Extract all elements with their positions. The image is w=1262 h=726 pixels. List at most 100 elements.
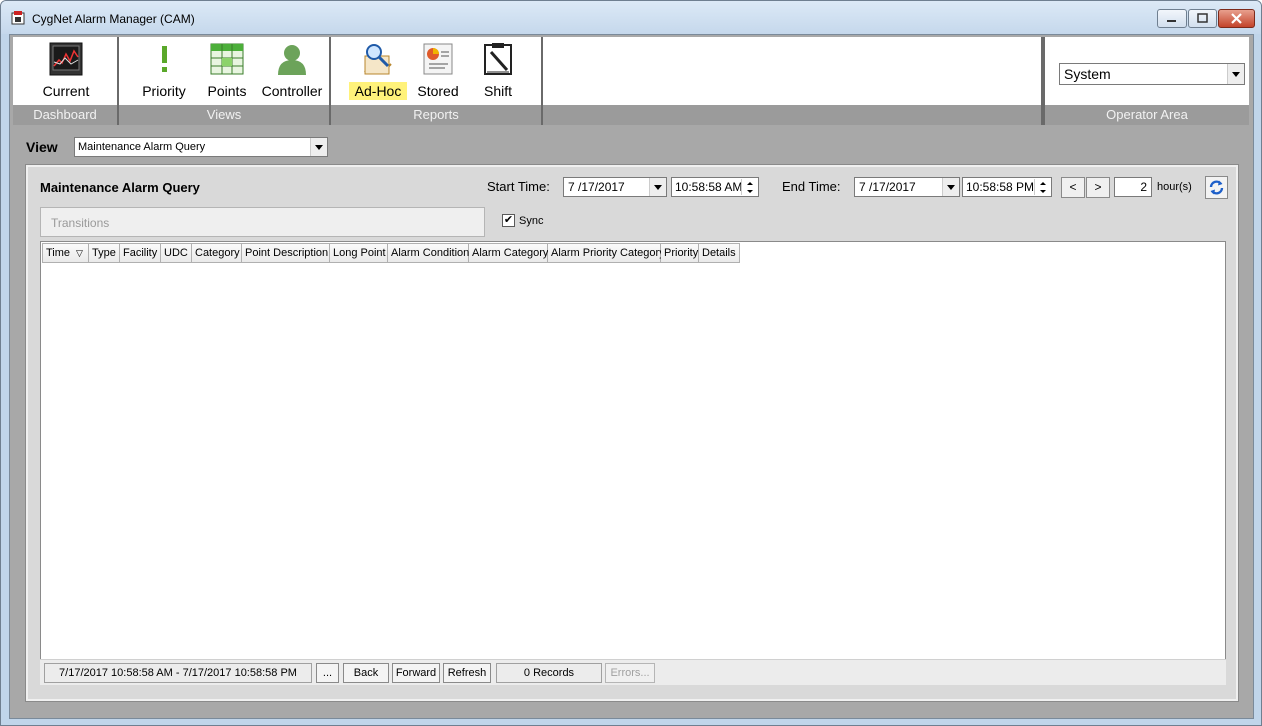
ad-hoc-label-text: Ad-Hoc bbox=[348, 82, 408, 100]
panel-title: Maintenance Alarm Query bbox=[40, 180, 200, 195]
clipboard-pen-icon bbox=[484, 43, 512, 75]
start-date-picker[interactable]: 7 /17/2017 bbox=[563, 177, 667, 197]
ad-hoc-label: Ad-Hoc bbox=[341, 82, 415, 100]
chevron-down-icon[interactable] bbox=[942, 178, 959, 196]
grid-table-icon bbox=[210, 43, 244, 75]
title-bar[interactable]: CygNet Alarm Manager (CAM) bbox=[1, 1, 1261, 34]
previous-period-button[interactable]: < bbox=[1061, 177, 1085, 198]
view-select-value: Maintenance Alarm Query bbox=[78, 141, 206, 153]
ribbon-group-dashboard: Current Dashboard bbox=[13, 37, 119, 125]
report-document-icon bbox=[423, 43, 453, 75]
ribbon-group-views: Priority Points Controller Views bbox=[119, 37, 331, 125]
exclamation-icon bbox=[162, 46, 167, 72]
start-time-label: Start Time: bbox=[487, 179, 550, 194]
controller-label: Controller bbox=[261, 83, 323, 99]
end-date-value: 7 /17/2017 bbox=[859, 180, 916, 194]
shift-button[interactable]: Shift bbox=[471, 39, 525, 103]
view-select[interactable]: Maintenance Alarm Query bbox=[74, 137, 328, 157]
close-icon bbox=[1231, 13, 1242, 24]
column-header-priority[interactable]: Priority bbox=[661, 243, 699, 263]
chevron-down-icon bbox=[310, 138, 327, 156]
column-header-alarm-condition[interactable]: Alarm Condition bbox=[388, 243, 469, 263]
priority-button[interactable]: Priority bbox=[129, 39, 199, 103]
ribbon-group-empty bbox=[543, 37, 1043, 125]
group-label-empty bbox=[543, 105, 1041, 125]
column-header-alarm-category[interactable]: Alarm Category bbox=[469, 243, 548, 263]
group-label-views: Views bbox=[119, 105, 329, 125]
end-time-value: 10:58:58 PM bbox=[966, 180, 1035, 194]
grid-header: Time ▽ Type Facility UDC Category Point D… bbox=[42, 243, 740, 263]
back-button[interactable]: Back bbox=[343, 663, 389, 683]
operator-area-select[interactable]: System bbox=[1059, 63, 1245, 85]
transitions-button[interactable]: Transitions bbox=[40, 207, 485, 237]
maximize-button[interactable] bbox=[1188, 9, 1217, 28]
column-header-long-point[interactable]: Long Point bbox=[330, 243, 388, 263]
group-label-operator-area: Operator Area bbox=[1045, 105, 1249, 125]
column-header-details[interactable]: Details bbox=[699, 243, 740, 263]
sort-descending-icon: ▽ bbox=[76, 248, 83, 258]
start-time-field[interactable]: 10:58:58 AM bbox=[671, 177, 759, 197]
chart-monitor-icon bbox=[49, 42, 83, 76]
current-button[interactable]: Current bbox=[21, 39, 111, 103]
column-header-udc[interactable]: UDC bbox=[161, 243, 192, 263]
user-icon bbox=[278, 45, 306, 75]
start-date-value: 7 /17/2017 bbox=[568, 180, 625, 194]
sync-checkbox[interactable]: ✔ bbox=[502, 214, 515, 227]
date-range-display: 7/17/2017 10:58:58 AM - 7/17/2017 10:58:… bbox=[44, 663, 312, 683]
results-grid[interactable]: Time ▽ Type Facility UDC Category Point D… bbox=[40, 241, 1226, 661]
ribbon: Current Dashboard Priority Points Contro… bbox=[13, 37, 1249, 125]
column-header-label: Time bbox=[46, 247, 71, 259]
column-header-time[interactable]: Time ▽ bbox=[42, 243, 89, 263]
client-area: Current Dashboard Priority Points Contro… bbox=[9, 34, 1254, 719]
window-title: CygNet Alarm Manager (CAM) bbox=[32, 12, 195, 26]
column-header-category[interactable]: Category bbox=[192, 243, 242, 263]
ribbon-group-operator-area: System Operator Area bbox=[1043, 37, 1249, 125]
minimize-icon bbox=[1167, 20, 1176, 22]
priority-label: Priority bbox=[142, 83, 186, 99]
chevron-down-icon[interactable] bbox=[649, 178, 666, 196]
sync-label: Sync bbox=[519, 215, 544, 227]
stored-label: Stored bbox=[417, 83, 459, 99]
refresh-icon bbox=[1209, 180, 1224, 195]
refresh-query-button[interactable] bbox=[1205, 176, 1228, 199]
forward-button[interactable]: Forward bbox=[392, 663, 440, 683]
app-window: CygNet Alarm Manager (CAM) Current Dashb… bbox=[0, 0, 1262, 726]
column-header-alarm-priority-category[interactable]: Alarm Priority Category bbox=[548, 243, 665, 263]
column-header-point-description[interactable]: Point Description bbox=[242, 243, 330, 263]
controller-button[interactable]: Controller bbox=[255, 39, 329, 103]
magnifier-map-icon bbox=[364, 44, 392, 75]
start-time-value: 10:58:58 AM bbox=[675, 180, 743, 194]
query-panel: Maintenance Alarm Query Start Time: 7 /1… bbox=[25, 164, 1239, 702]
next-period-button[interactable]: > bbox=[1086, 177, 1110, 198]
app-icon bbox=[11, 11, 25, 25]
hours-input[interactable]: 2 bbox=[1114, 177, 1152, 197]
refresh-button[interactable]: Refresh bbox=[443, 663, 491, 683]
end-date-picker[interactable]: 7 /17/2017 bbox=[854, 177, 960, 197]
maximize-icon bbox=[1197, 13, 1208, 23]
view-label: View bbox=[26, 139, 58, 155]
operator-area-value: System bbox=[1064, 66, 1111, 82]
group-label-dashboard: Dashboard bbox=[13, 105, 117, 125]
current-label: Current bbox=[42, 83, 90, 99]
shift-label: Shift bbox=[483, 83, 512, 99]
hours-label: hour(s) bbox=[1157, 181, 1192, 193]
end-time-field[interactable]: 10:58:58 PM bbox=[962, 177, 1052, 197]
column-header-facility[interactable]: Facility bbox=[120, 243, 161, 263]
group-label-reports: Reports bbox=[331, 105, 541, 125]
stored-button[interactable]: Stored bbox=[411, 39, 465, 103]
more-options-button[interactable]: ... bbox=[316, 663, 339, 683]
points-button[interactable]: Points bbox=[195, 39, 259, 103]
end-time-label: End Time: bbox=[782, 179, 841, 194]
end-time-spinner[interactable] bbox=[1034, 179, 1050, 195]
start-time-spinner[interactable] bbox=[741, 179, 757, 195]
errors-button[interactable]: Errors... bbox=[605, 663, 655, 683]
points-label: Points bbox=[207, 83, 247, 99]
records-count: 0 Records bbox=[496, 663, 602, 683]
ad-hoc-button[interactable]: Ad-Hoc bbox=[341, 39, 415, 103]
column-header-type[interactable]: Type bbox=[89, 243, 120, 263]
status-bar: 7/17/2017 10:58:58 AM - 7/17/2017 10:58:… bbox=[40, 659, 1226, 685]
minimize-button[interactable] bbox=[1157, 9, 1187, 28]
chevron-down-icon bbox=[1227, 64, 1244, 84]
close-button[interactable] bbox=[1218, 9, 1255, 28]
ribbon-group-reports: Ad-Hoc Stored Shift Reports bbox=[331, 37, 543, 125]
